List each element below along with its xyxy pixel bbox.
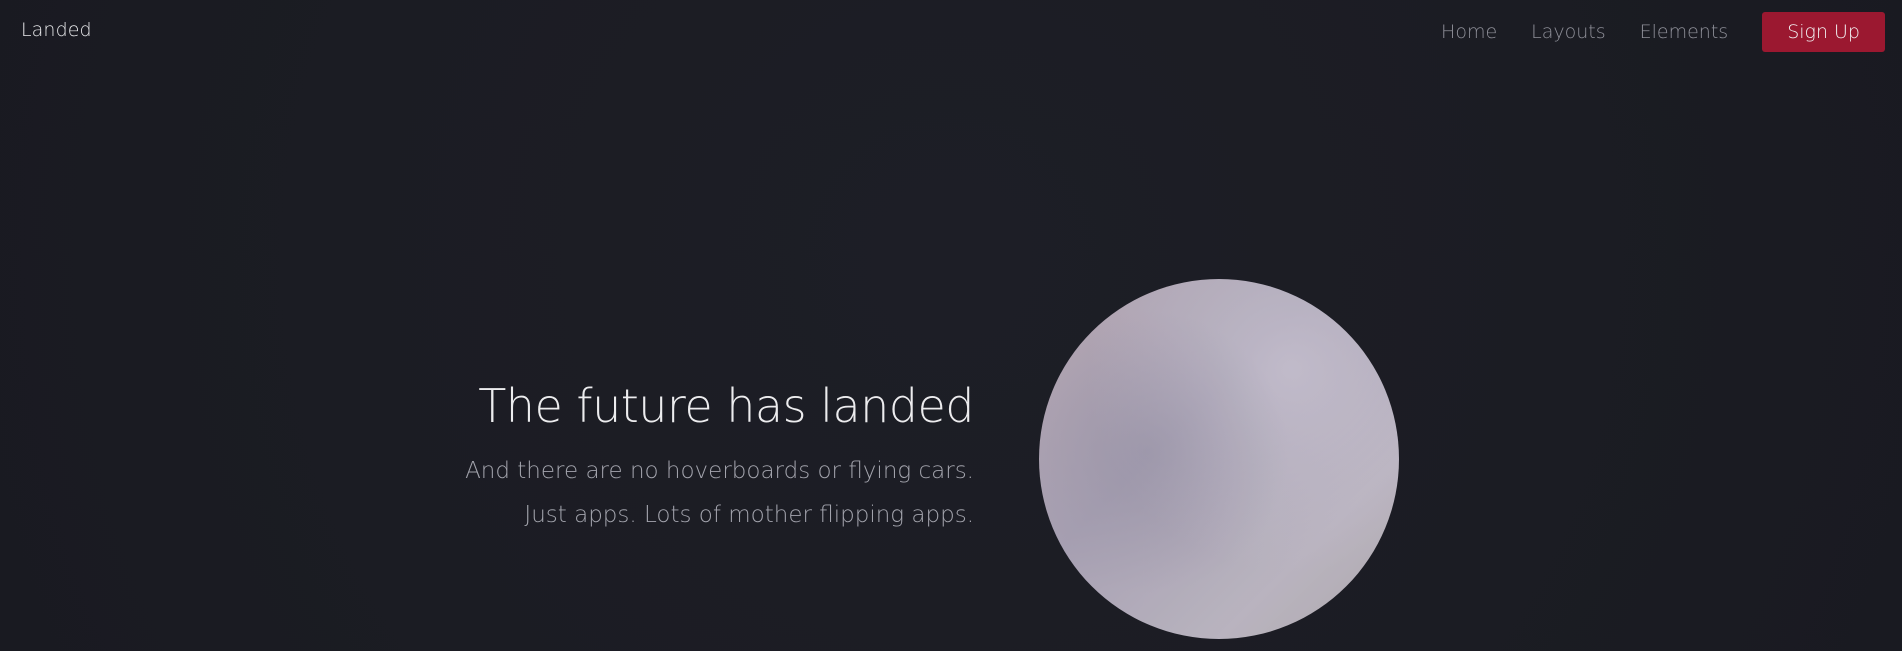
hero-subtitle-line-1: And there are no hoverboards or flying c… <box>465 458 974 484</box>
hero-text: The future has landed And there are no h… <box>374 377 974 537</box>
brand-link[interactable]: Landed <box>21 19 92 41</box>
site-header: Landed Home Layouts Elements Sign Up <box>0 0 1902 64</box>
hero-subtitle: And there are no hoverboards or flying c… <box>374 449 974 537</box>
sign-up-button[interactable]: Sign Up <box>1762 12 1885 52</box>
hero-title: The future has landed <box>478 379 974 433</box>
hero-image-circle <box>1039 279 1399 639</box>
main-nav: Home Layouts Elements Sign Up <box>1424 12 1885 52</box>
nav-elements-link[interactable]: Elements <box>1623 13 1746 51</box>
nav-layouts-link[interactable]: Layouts <box>1514 13 1623 51</box>
hero-subtitle-line-2: Just apps. Lots of mother flipping apps. <box>524 502 974 528</box>
landing-page: Landed Home Layouts Elements Sign Up The… <box>0 0 1902 651</box>
nav-home-link[interactable]: Home <box>1424 13 1514 51</box>
